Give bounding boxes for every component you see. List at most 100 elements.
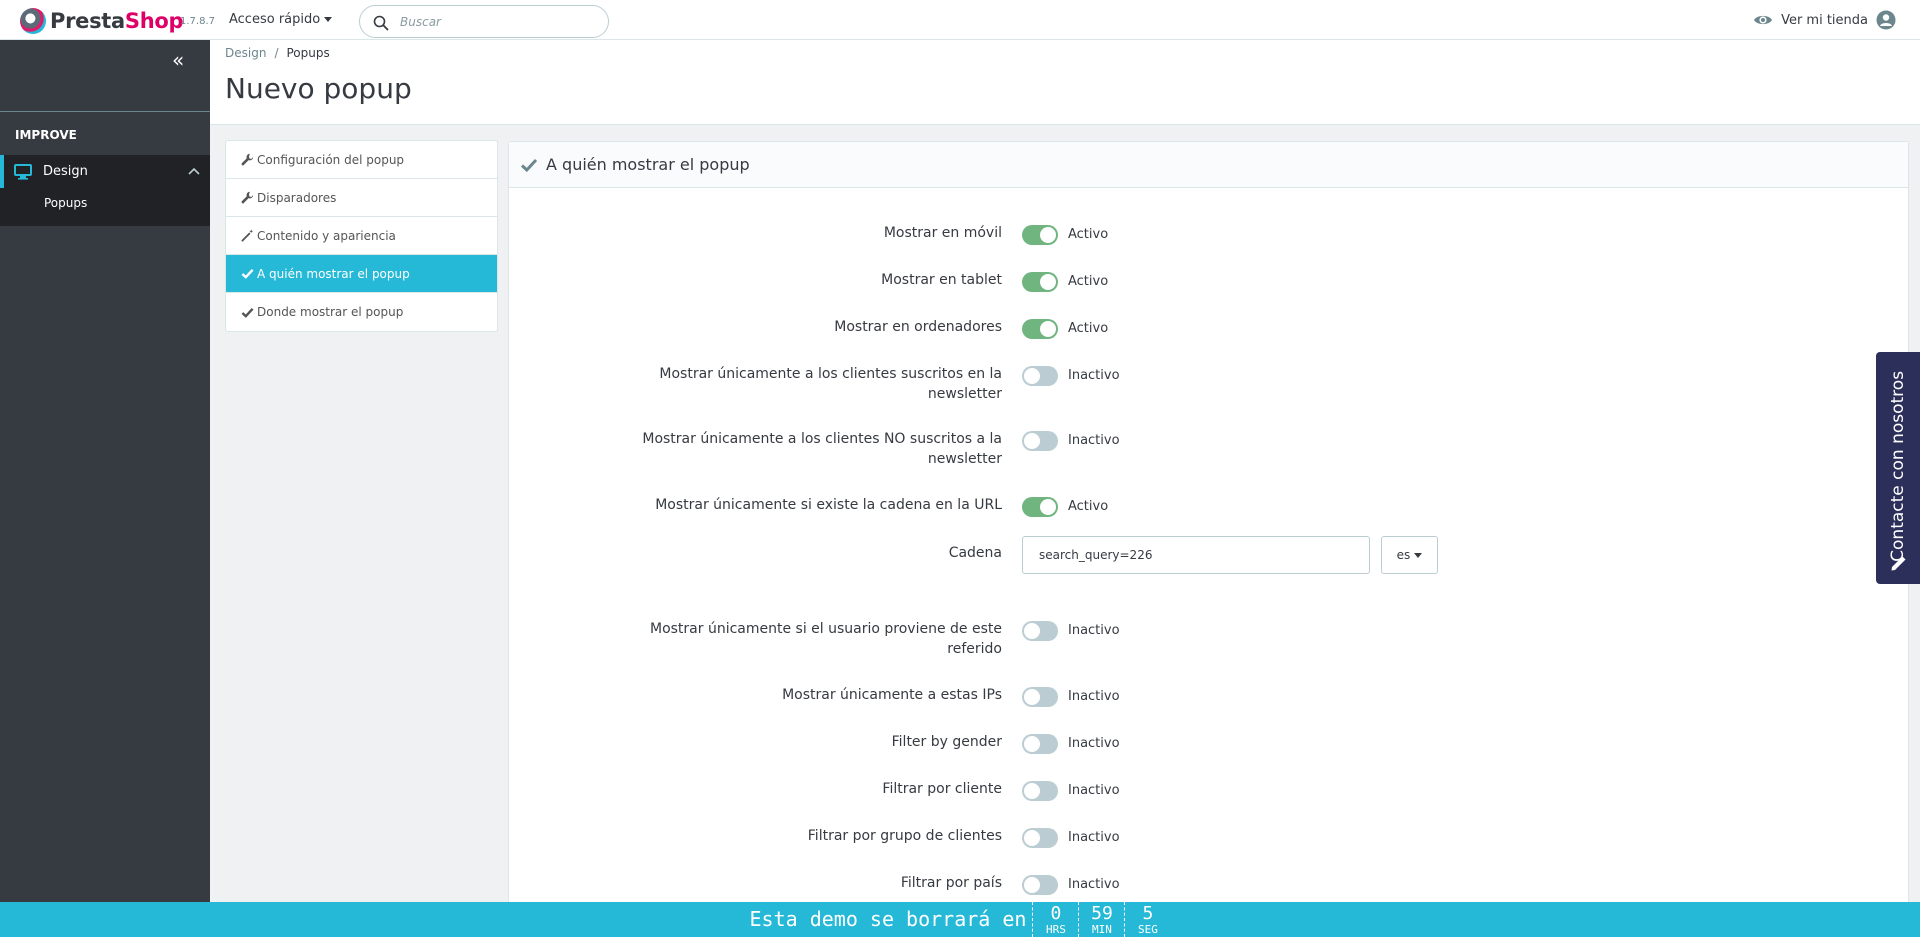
toggle-mostrar-ordenadores[interactable]: [1022, 319, 1058, 339]
magic-wand-icon: [241, 229, 254, 242]
toggle-state-label: Inactivo: [1068, 433, 1120, 448]
brand-shop-text: Shop: [124, 9, 184, 33]
seconds-label: SEG: [1138, 922, 1158, 936]
tab-label: Donde mostrar el popup: [257, 305, 404, 319]
breadcrumb-separator: /: [274, 46, 279, 60]
logo-text: PrestaShop: [50, 9, 184, 33]
cadena-input[interactable]: [1022, 536, 1370, 574]
toggle-state-label: Inactivo: [1068, 689, 1120, 704]
wrench-icon: [241, 191, 254, 204]
field-label: Mostrar únicamente a los clientes NO sus…: [642, 431, 1002, 467]
field-label: Mostrar únicamente a los clientes suscri…: [659, 366, 1002, 402]
form-tabs: Configuración del popup Disparadores Con…: [225, 140, 498, 332]
toggle-knob: [1024, 433, 1040, 449]
pencil-icon: [1891, 556, 1906, 571]
contact-us-label: Contacte con nosotros: [1888, 370, 1908, 562]
sidebar-divider: [0, 111, 210, 112]
field-label: Filtrar por país: [900, 875, 1002, 891]
field-label: Mostrar en ordenadores: [834, 319, 1002, 335]
toggle-state-label: Activo: [1068, 321, 1109, 336]
toggle-gender[interactable]: [1022, 734, 1058, 754]
chevron-up-icon[interactable]: [188, 166, 200, 176]
field-label: Mostrar únicamente a estas IPs: [782, 687, 1002, 703]
field-label: Mostrar únicamente si el usuario provien…: [649, 621, 1002, 657]
minutes-value: 59: [1091, 902, 1113, 924]
search-icon[interactable]: [373, 15, 389, 31]
toggle-state-label: Inactivo: [1068, 623, 1120, 638]
toggle-state-label: Activo: [1068, 499, 1109, 514]
wrench-icon: [241, 153, 254, 166]
breadcrumb-design-link[interactable]: Design: [225, 46, 266, 60]
user-account-icon[interactable]: [1876, 10, 1896, 30]
toggle-knob: [1024, 368, 1040, 384]
minutes-label: MIN: [1092, 922, 1112, 936]
toggle-suscritos-newsletter[interactable]: [1022, 366, 1058, 386]
search-box[interactable]: [359, 5, 609, 38]
toggle-knob: [1040, 274, 1056, 290]
quick-access-dropdown[interactable]: Acceso rápido: [229, 12, 333, 27]
prestashop-logo[interactable]: PrestaShop: [20, 8, 184, 34]
view-store-link[interactable]: Ver mi tienda: [1753, 10, 1896, 30]
tab-label: Contenido y apariencia: [257, 228, 396, 243]
check-icon: [241, 307, 254, 318]
sidebar-item-popups[interactable]: Popups: [0, 188, 210, 226]
panel-title: A quién mostrar el popup: [546, 155, 750, 174]
countdown-seconds: 5 SEG: [1124, 902, 1170, 937]
hours-value: 0: [1050, 902, 1062, 924]
brand-presta-text: Presta: [50, 9, 125, 33]
toggle-state-label: Inactivo: [1068, 783, 1120, 798]
tab-donde-mostrar[interactable]: Donde mostrar el popup: [226, 293, 497, 331]
sidebar-item-design[interactable]: Design: [0, 155, 210, 188]
toggle-state-label: Inactivo: [1068, 736, 1120, 751]
quick-access-label: Acceso rápido: [229, 12, 321, 27]
countdown-hours: 0 HRS: [1032, 902, 1078, 937]
field-label: Mostrar únicamente si existe la cadena e…: [655, 497, 1002, 513]
seconds-value: 5: [1142, 902, 1154, 924]
toggle-cliente[interactable]: [1022, 781, 1058, 801]
tab-contenido[interactable]: Contenido y apariencia: [226, 217, 497, 255]
field-label: Filtrar por grupo de clientes: [807, 828, 1002, 844]
field-label: Cadena: [948, 545, 1002, 561]
toggle-ips[interactable]: [1022, 687, 1058, 707]
toggle-mostrar-tablet[interactable]: [1022, 272, 1058, 292]
tab-a-quien-mostrar[interactable]: A quién mostrar el popup: [226, 255, 497, 293]
search-input[interactable]: [400, 12, 590, 32]
language-label: es: [1396, 548, 1411, 562]
sidebar-section-improve: IMPROVE: [15, 128, 77, 142]
breadcrumb-current[interactable]: Popups: [286, 46, 329, 60]
sidebar-item-label: Design: [43, 164, 88, 179]
tab-configuracion[interactable]: Configuración del popup: [226, 141, 497, 179]
toggle-cadena-url[interactable]: [1022, 497, 1058, 517]
toggle-knob: [1040, 499, 1056, 515]
check-icon: [241, 268, 254, 279]
demo-countdown-bar: Esta demo se borrará en 0 HRS 59 MIN 5 S…: [0, 902, 1920, 937]
collapse-sidebar-icon[interactable]: «: [172, 50, 184, 70]
tab-label: Configuración del popup: [257, 152, 405, 167]
toggle-state-label: Inactivo: [1068, 830, 1120, 845]
field-label: Filter by gender: [891, 734, 1002, 750]
check-icon: [520, 158, 538, 172]
toggle-pais[interactable]: [1022, 875, 1058, 895]
caret-down-icon: [324, 17, 333, 22]
tab-label: Disparadores: [257, 190, 337, 205]
contact-us-tab[interactable]: Contacte con nosotros: [1876, 352, 1920, 584]
toggle-state-label: Activo: [1068, 227, 1109, 242]
toggle-mostrar-movil[interactable]: [1022, 225, 1058, 245]
settings-panel: A quién mostrar el popup Mostrar en móvi…: [508, 141, 1909, 931]
toggle-knob: [1040, 321, 1056, 337]
toggle-knob: [1024, 877, 1040, 893]
toggle-knob: [1040, 227, 1056, 243]
toggle-state-label: Inactivo: [1068, 877, 1120, 892]
tab-disparadores[interactable]: Disparadores: [226, 179, 497, 217]
countdown-minutes: 59 MIN: [1078, 902, 1124, 937]
view-store-label: Ver mi tienda: [1781, 12, 1868, 28]
version-label: 1.7.8.7: [180, 16, 215, 27]
language-dropdown[interactable]: es: [1381, 536, 1438, 574]
field-label: Mostrar en móvil: [883, 225, 1002, 241]
toggle-referido[interactable]: [1022, 621, 1058, 641]
toggle-grupo-clientes[interactable]: [1022, 828, 1058, 848]
puffin-logo-icon: [20, 8, 46, 34]
toggle-no-suscritos-newsletter[interactable]: [1022, 431, 1058, 451]
toggle-knob: [1024, 623, 1040, 639]
tab-label: A quién mostrar el popup: [257, 266, 410, 281]
